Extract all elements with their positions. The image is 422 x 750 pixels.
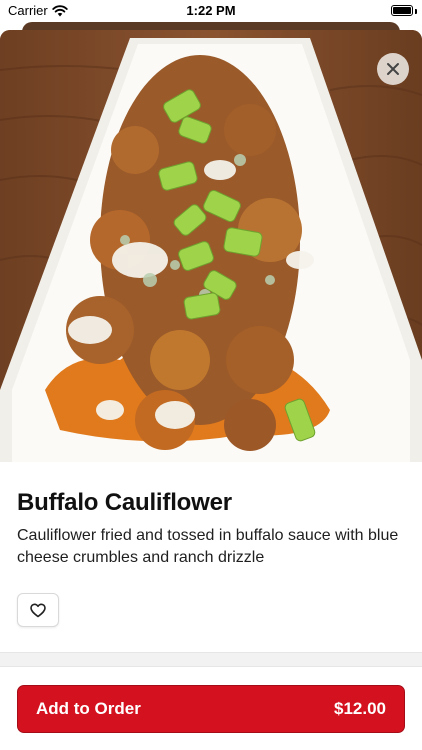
close-button[interactable] <box>377 53 409 85</box>
status-time: 1:22 PM <box>186 3 236 18</box>
favorite-button[interactable] <box>17 593 59 627</box>
heart-icon <box>30 603 46 617</box>
add-to-order-label: Add to Order <box>36 699 141 718</box>
food-photo <box>0 30 422 462</box>
section-divider <box>0 652 422 666</box>
battery-icon <box>391 5 413 16</box>
food-photo-illustration <box>0 30 422 462</box>
add-to-order-button[interactable]: Add to Order $12.00 <box>17 685 405 733</box>
item-title: Buffalo Cauliflower <box>17 489 232 516</box>
battery-tip <box>415 9 417 14</box>
item-price: $12.00 <box>334 699 386 718</box>
footer: Add to Order $12.00 <box>0 666 422 750</box>
status-bar: Carrier 1:22 PM <box>0 0 422 22</box>
item-description: Cauliflower fried and tossed in buffalo … <box>17 527 399 566</box>
item-details: Buffalo Cauliflower Cauliflower fried an… <box>0 462 422 652</box>
close-icon <box>387 63 399 75</box>
